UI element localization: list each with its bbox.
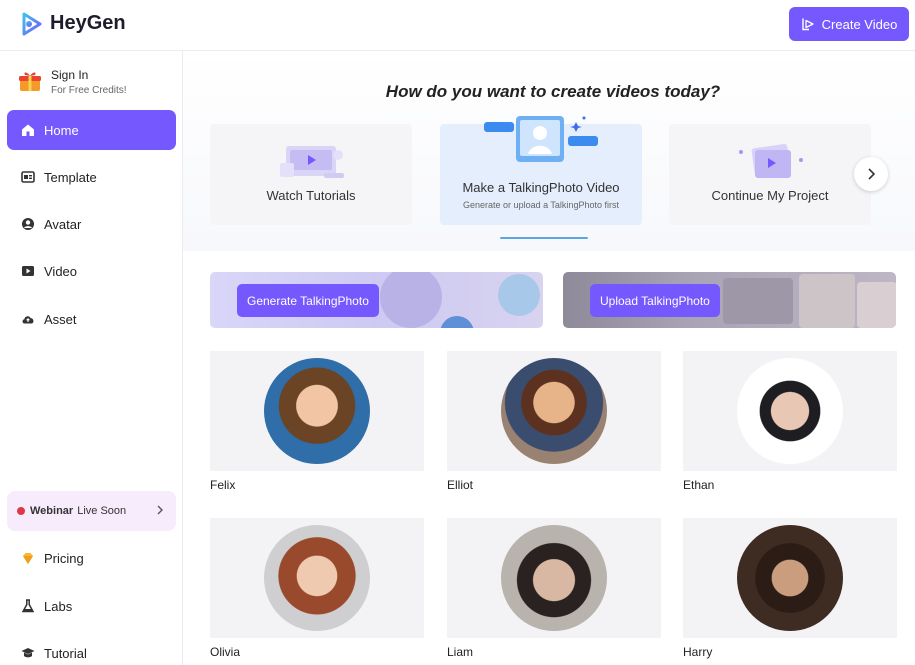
sidebar-item-label: Tutorial <box>44 645 87 661</box>
avatar-card-felix[interactable] <box>210 351 424 471</box>
sidebar-item-label: Template <box>44 169 97 185</box>
video-icon <box>22 266 34 276</box>
banner-photo-decoration <box>723 278 793 324</box>
sidebar-item-avatar[interactable]: Avatar <box>7 204 176 244</box>
sidebar-item-label: Home <box>44 122 79 138</box>
card-label: Make a TalkingPhoto Video <box>462 180 620 195</box>
upload-talkingphoto-banner: Upload TalkingPhoto <box>563 272 896 328</box>
avatar-image <box>501 525 607 631</box>
cloud-icon <box>22 316 34 324</box>
upload-talkingphoto-button[interactable]: Upload TalkingPhoto <box>590 284 720 317</box>
chevron-right-icon <box>157 505 163 515</box>
sidebar-item-label: Video <box>44 263 78 279</box>
talkingphoto-illustration-icon <box>484 116 598 162</box>
template-icon <box>21 171 35 183</box>
avatar-card-olivia[interactable] <box>210 518 424 638</box>
create-options-section: How do you want to create videos today? … <box>183 51 915 251</box>
live-dot <box>17 507 25 515</box>
avatar-card-harry[interactable] <box>683 518 897 638</box>
sidebar: Sign In For Free Credits! Home Template … <box>0 51 183 665</box>
continue-project-card[interactable]: Continue My Project <box>669 124 871 225</box>
tutorial-video-icon <box>280 146 344 178</box>
card-label: Watch Tutorials <box>266 188 356 203</box>
sidebar-item-label: Avatar <box>44 216 82 232</box>
avatar-name: Elliot <box>447 478 474 492</box>
sidebar-item-label: Asset <box>44 311 77 327</box>
sidebar-item-tutorial[interactable]: Tutorial <box>7 633 176 665</box>
avatar-image <box>737 358 843 464</box>
page-headline: How do you want to create videos today? <box>385 82 721 101</box>
create-video-label: Create Video <box>821 16 898 32</box>
avatar-name: Liam <box>447 645 474 659</box>
sign-in-title: Sign In <box>51 68 89 82</box>
watch-tutorials-card[interactable]: Watch Tutorials <box>210 124 412 225</box>
gift-icon <box>19 72 41 91</box>
avatar-card-ethan[interactable] <box>683 351 897 471</box>
card-label: Continue My Project <box>711 188 829 203</box>
avatar-name: Ethan <box>683 478 715 492</box>
sidebar-item-labs[interactable]: Labs <box>7 586 176 626</box>
diamond-icon <box>23 553 33 564</box>
sidebar-item-template[interactable]: Template <box>7 157 176 197</box>
avatar-card-elliot[interactable] <box>447 351 661 471</box>
create-video-button[interactable]: Create Video <box>789 7 909 41</box>
sidebar-item-asset[interactable]: Asset <box>7 299 176 339</box>
sidebar-item-video[interactable]: Video <box>7 251 176 291</box>
sign-in-subtitle: For Free Credits! <box>51 85 127 96</box>
webinar-title: Webinar <box>30 505 74 517</box>
generate-talkingphoto-button[interactable]: Generate TalkingPhoto <box>237 284 379 317</box>
make-talkingphoto-card[interactable]: Make a TalkingPhoto Video Generate or up… <box>440 116 642 225</box>
flask-icon <box>21 599 35 613</box>
banner-face-decoration <box>440 316 474 328</box>
webinar-status: Live Soon <box>77 505 127 517</box>
banner-photo-decoration <box>799 274 855 328</box>
sidebar-item-label: Pricing <box>44 550 84 566</box>
banner-photo-decoration <box>857 282 896 328</box>
brand-name: HeyGen <box>50 12 126 34</box>
sidebar-item-home[interactable]: Home <box>7 110 176 150</box>
avatar-name: Olivia <box>210 645 241 659</box>
avatar-icon <box>22 218 34 230</box>
carousel-scroll-indicator <box>500 237 588 239</box>
sidebar-item-pricing[interactable]: Pricing <box>7 538 176 578</box>
webinar-banner[interactable]: Webinar Live Soon <box>7 491 176 531</box>
generate-talkingphoto-banner: Generate TalkingPhoto <box>210 272 543 328</box>
avatar-image <box>264 525 370 631</box>
banner-face-decoration <box>498 274 540 316</box>
avatar-card-liam[interactable] <box>447 518 661 638</box>
avatar-image <box>501 358 607 464</box>
project-folder-icon <box>739 144 803 178</box>
main-content: How do you want to create videos today? … <box>183 51 915 665</box>
carousel-next-button[interactable] <box>854 157 888 191</box>
sidebar-item-label: Labs <box>44 598 73 614</box>
chevron-right-icon <box>868 168 876 180</box>
avatar-name: Harry <box>683 645 713 659</box>
avatar-image <box>264 358 370 464</box>
video-play-icon <box>801 18 814 31</box>
home-icon <box>22 124 34 136</box>
avatar-image <box>737 525 843 631</box>
card-sublabel: Generate or upload a TalkingPhoto first <box>463 200 619 210</box>
avatar-name: Felix <box>210 478 236 492</box>
graduation-cap-icon <box>21 648 35 658</box>
top-bar: HeyGen Create Video <box>0 0 915 51</box>
banner-face-decoration <box>380 272 442 328</box>
heygen-logo[interactable] <box>18 11 44 37</box>
